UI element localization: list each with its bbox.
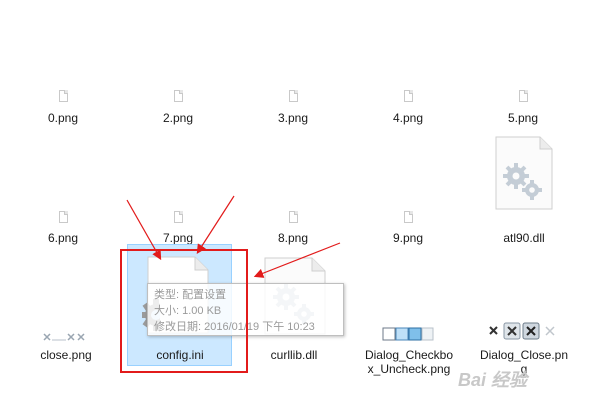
file-label-close-png[interactable]: close.png [28,348,104,362]
file-label-5-png[interactable]: 5.png [493,111,553,125]
file-icon-0-png[interactable] [59,90,68,102]
file-icon-8-png[interactable] [289,211,298,223]
file-icon-4-png[interactable] [404,90,413,102]
file-label-2-png[interactable]: 2.png [148,111,208,125]
file-label-dialog-checkbox-uncheck[interactable]: Dialog_Checkbox_Uncheck.png [364,348,454,376]
file-label-9-png[interactable]: 9.png [378,231,438,245]
checkbox-icon [382,327,434,341]
watermark-logo: Bai 经验 [458,370,528,390]
checkbox-png-thumbnail[interactable] [382,327,434,341]
file-icon-5-png[interactable] [519,90,528,102]
annotation-highlight-box [120,249,248,373]
file-label-0-png[interactable]: 0.png [33,111,93,125]
file-icon-2-png[interactable] [174,90,183,102]
dialog-close-png-thumbnail[interactable] [484,322,564,340]
file-label-8-png[interactable]: 8.png [263,231,323,245]
file-icon-6-png[interactable] [59,211,68,223]
file-label-3-png[interactable]: 3.png [263,111,323,125]
file-label-atl90-dll[interactable]: atl90.dll [486,231,562,245]
file-label-curllib-dll[interactable]: curllib.dll [254,348,334,362]
file-icon-7-png[interactable] [174,211,183,223]
file-icon-3-png[interactable] [289,90,298,102]
close-icon [43,333,85,341]
close-icon [489,322,555,340]
close-png-thumbnail[interactable] [42,331,90,343]
gear-document-icon [495,136,553,210]
file-label-7-png[interactable]: 7.png [148,231,208,245]
file-icon-9-png[interactable] [404,211,413,223]
file-label-4-png[interactable]: 4.png [378,111,438,125]
file-label-6-png[interactable]: 6.png [33,231,93,245]
dll-file-icon-atl90[interactable] [494,136,554,210]
